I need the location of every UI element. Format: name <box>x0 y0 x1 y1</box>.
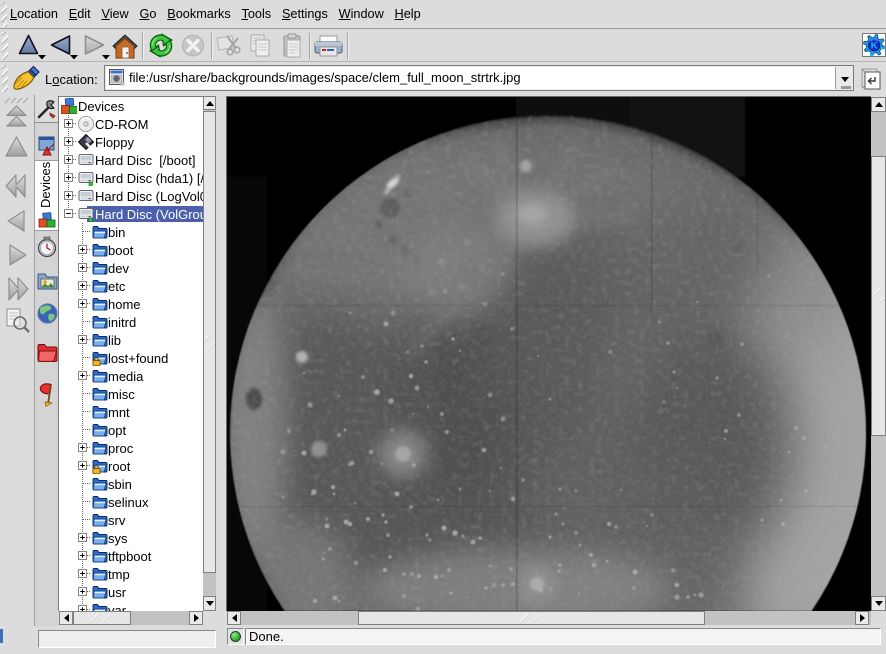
svg-text:K: K <box>871 41 878 52</box>
